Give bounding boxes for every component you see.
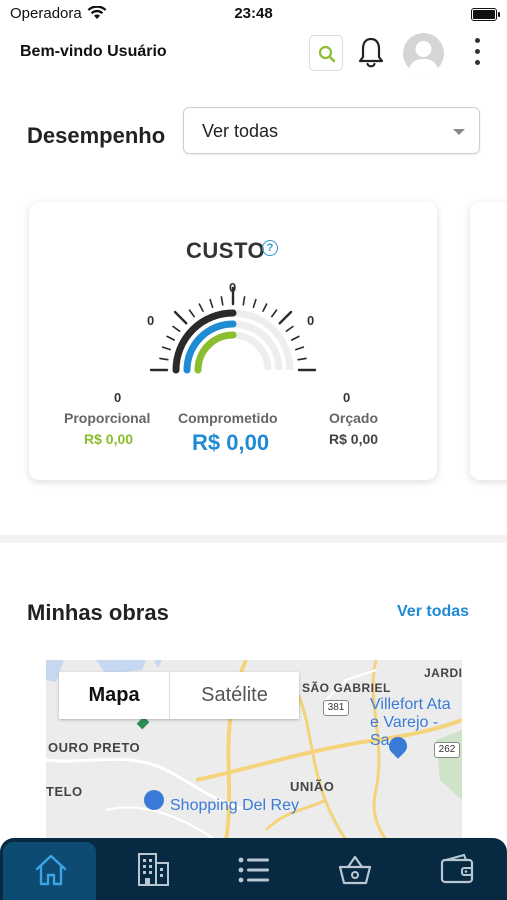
view-all-works-link[interactable]: Ver todas — [397, 603, 469, 621]
help-icon[interactable]: ? — [262, 240, 278, 256]
search-button[interactable] — [309, 35, 343, 71]
performance-title: Desempenho — [27, 123, 166, 148]
gauge-label-left: 0 — [114, 390, 122, 405]
chevron-down-icon — [453, 129, 465, 135]
comprometido-value: R$ 0,00 — [192, 430, 270, 455]
welcome-text: Bem-vindo Usuário — [20, 43, 167, 60]
map-place-villefort-line1: Villefort Ata — [370, 696, 451, 713]
wallet-icon[interactable] — [438, 851, 476, 889]
user-icon — [408, 41, 439, 74]
comprometido-label: Comprometido — [178, 410, 278, 426]
gauge-tick — [159, 357, 169, 361]
gauge-tick — [297, 357, 307, 361]
gauge-tick — [262, 303, 268, 313]
gauge-tick — [172, 325, 181, 333]
more-options-icon[interactable] — [470, 38, 484, 70]
basket-icon[interactable] — [336, 851, 374, 889]
map-label-telo: TELO — [46, 784, 83, 799]
next-card-peek[interactable] — [470, 202, 507, 480]
map-label-jardim: JARDI — [424, 666, 462, 680]
clock: 23:48 — [234, 5, 273, 22]
building-icon[interactable] — [134, 851, 172, 889]
section-divider — [0, 535, 507, 543]
status-bar: Operadora 23:48 — [0, 0, 507, 28]
map-label-ouro-preto: OURO PRETO — [48, 740, 141, 755]
gauge-label-upper-left: 0 — [147, 313, 155, 328]
gauge-tick — [278, 310, 293, 325]
gauge-tick — [291, 335, 300, 341]
gauge-tick — [209, 298, 214, 309]
works-title: Minhas obras — [27, 600, 169, 625]
filter-selected-value: Ver todas — [202, 121, 279, 141]
search-icon — [318, 45, 336, 63]
map-label-uniao: UNIÃO — [290, 779, 335, 794]
performance-filter-select[interactable]: Ver todas — [183, 107, 480, 154]
battery-icon — [471, 8, 500, 21]
map-type-satellite-option[interactable]: Satélite — [170, 672, 299, 719]
map-type-map-option[interactable]: Mapa — [59, 672, 169, 719]
map-label-sao-gabriel: SÃO GABRIEL — [302, 681, 391, 695]
gauge-tick — [166, 335, 176, 341]
gauge-track-inner — [194, 331, 272, 371]
home-icon[interactable] — [32, 851, 70, 889]
road-shield-381: 381 — [323, 700, 349, 716]
notifications-bell-icon[interactable] — [356, 36, 386, 70]
list-icon[interactable] — [235, 851, 273, 889]
gauge-label-right: 0 — [343, 390, 351, 405]
gauge-label-top: 0 — [229, 280, 237, 295]
shopping-pin-icon[interactable] — [144, 790, 164, 810]
gauge-tick — [285, 325, 294, 333]
gauge-tick — [198, 303, 204, 313]
gauge-tick — [188, 309, 195, 318]
gauge-tick — [173, 310, 188, 325]
orcado-value: R$ 0,00 — [329, 431, 379, 447]
gauge-tick — [220, 296, 224, 306]
user-avatar[interactable] — [403, 33, 444, 74]
map-type-toggle[interactable]: Mapa Satélite — [59, 672, 299, 719]
gauge-tick — [161, 346, 172, 351]
gauge-label-upper-right: 0 — [307, 313, 315, 328]
proporcional-value: R$ 0,00 — [84, 431, 134, 447]
gauge-tick — [295, 346, 305, 351]
gauge-tick — [252, 298, 257, 309]
gauge-tick — [271, 309, 278, 318]
gauge-tick — [242, 296, 246, 306]
map-place-shopping: Shopping Del Rey — [170, 797, 299, 814]
gauge-arc-proporcional — [194, 331, 237, 374]
orcado-label: Orçado — [329, 410, 379, 426]
map-place-villefort-line2: e Varejo - Sa — [370, 714, 439, 749]
proporcional-label: Proporcional — [64, 410, 151, 426]
cost-card-title: CUSTO — [186, 238, 266, 263]
